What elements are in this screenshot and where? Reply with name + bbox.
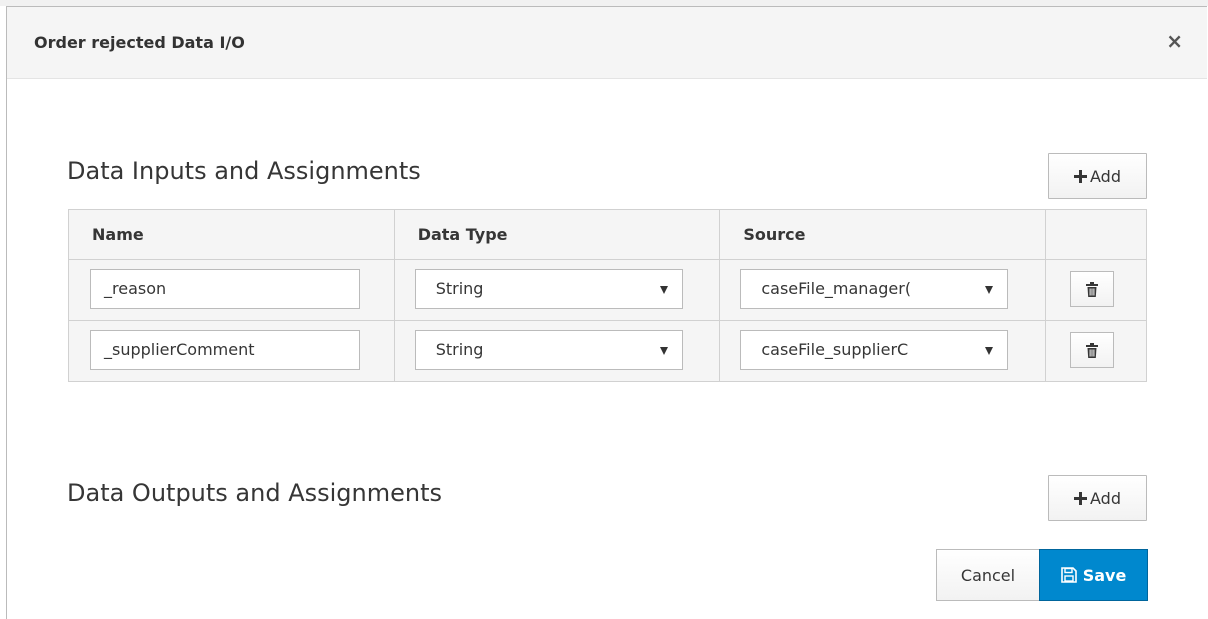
caret-down-icon — [985, 286, 994, 294]
add-input-button[interactable]: Add — [1048, 153, 1147, 199]
data-inputs-title: Data Inputs and Assignments — [67, 157, 421, 185]
save-label: Save — [1082, 565, 1127, 585]
close-icon[interactable]: × — [1166, 31, 1183, 51]
source-select[interactable]: caseFile_supplierC — [740, 330, 1009, 370]
actions-cell — [1045, 259, 1147, 321]
actions-cell — [1045, 320, 1147, 382]
column-header-data-type: Data Type — [393, 209, 721, 260]
caret-down-icon — [985, 347, 994, 355]
data-type-select[interactable]: String — [414, 269, 683, 309]
caret-down-icon — [659, 347, 668, 355]
data-type-value: String — [435, 340, 484, 359]
save-button[interactable]: Save — [1039, 549, 1148, 601]
table-row: _supplierComment String caseFile_supplie… — [68, 320, 1147, 382]
data-type-cell: String — [393, 320, 721, 382]
caret-down-icon — [659, 286, 668, 294]
dialog-header: Order rejected Data I/O × — [7, 7, 1207, 79]
source-cell: caseFile_supplierC — [719, 320, 1047, 382]
data-outputs-title: Data Outputs and Assignments — [67, 479, 443, 507]
add-input-label: Add — [1090, 166, 1121, 186]
trash-icon — [1086, 342, 1099, 358]
source-value: caseFile_supplierC — [761, 340, 909, 359]
delete-row-button[interactable] — [1070, 271, 1115, 307]
data-type-cell: String — [393, 259, 721, 321]
source-select[interactable]: caseFile_manager( — [740, 269, 1009, 309]
data-type-value: String — [435, 279, 484, 298]
plus-icon — [1074, 491, 1087, 505]
add-output-label: Add — [1090, 488, 1121, 508]
name-cell: _supplierComment — [68, 320, 395, 382]
data-inputs-table: Name Data Type Source _reason String cas… — [68, 209, 1147, 382]
name-input[interactable]: _supplierComment — [90, 330, 360, 370]
dialog-title: Order rejected Data I/O — [34, 33, 245, 52]
plus-icon — [1074, 169, 1087, 183]
table-row: _reason String caseFile_manager( — [68, 259, 1147, 321]
delete-row-button[interactable] — [1070, 332, 1115, 368]
table-header-row: Name Data Type Source — [68, 209, 1147, 260]
add-output-button[interactable]: Add — [1048, 475, 1147, 521]
source-cell: caseFile_manager( — [719, 259, 1047, 321]
column-header-source: Source — [719, 209, 1047, 260]
data-type-select[interactable]: String — [414, 330, 683, 370]
cancel-button[interactable]: Cancel — [936, 549, 1040, 601]
floppy-disk-icon — [1060, 567, 1077, 583]
source-value: caseFile_manager( — [761, 279, 912, 298]
trash-icon — [1086, 281, 1099, 297]
data-io-dialog: Order rejected Data I/O × Data Inputs an… — [6, 6, 1207, 619]
name-cell: _reason — [68, 259, 395, 321]
name-input[interactable]: _reason — [90, 269, 360, 309]
column-header-name: Name — [68, 209, 395, 260]
column-header-actions — [1045, 209, 1147, 260]
